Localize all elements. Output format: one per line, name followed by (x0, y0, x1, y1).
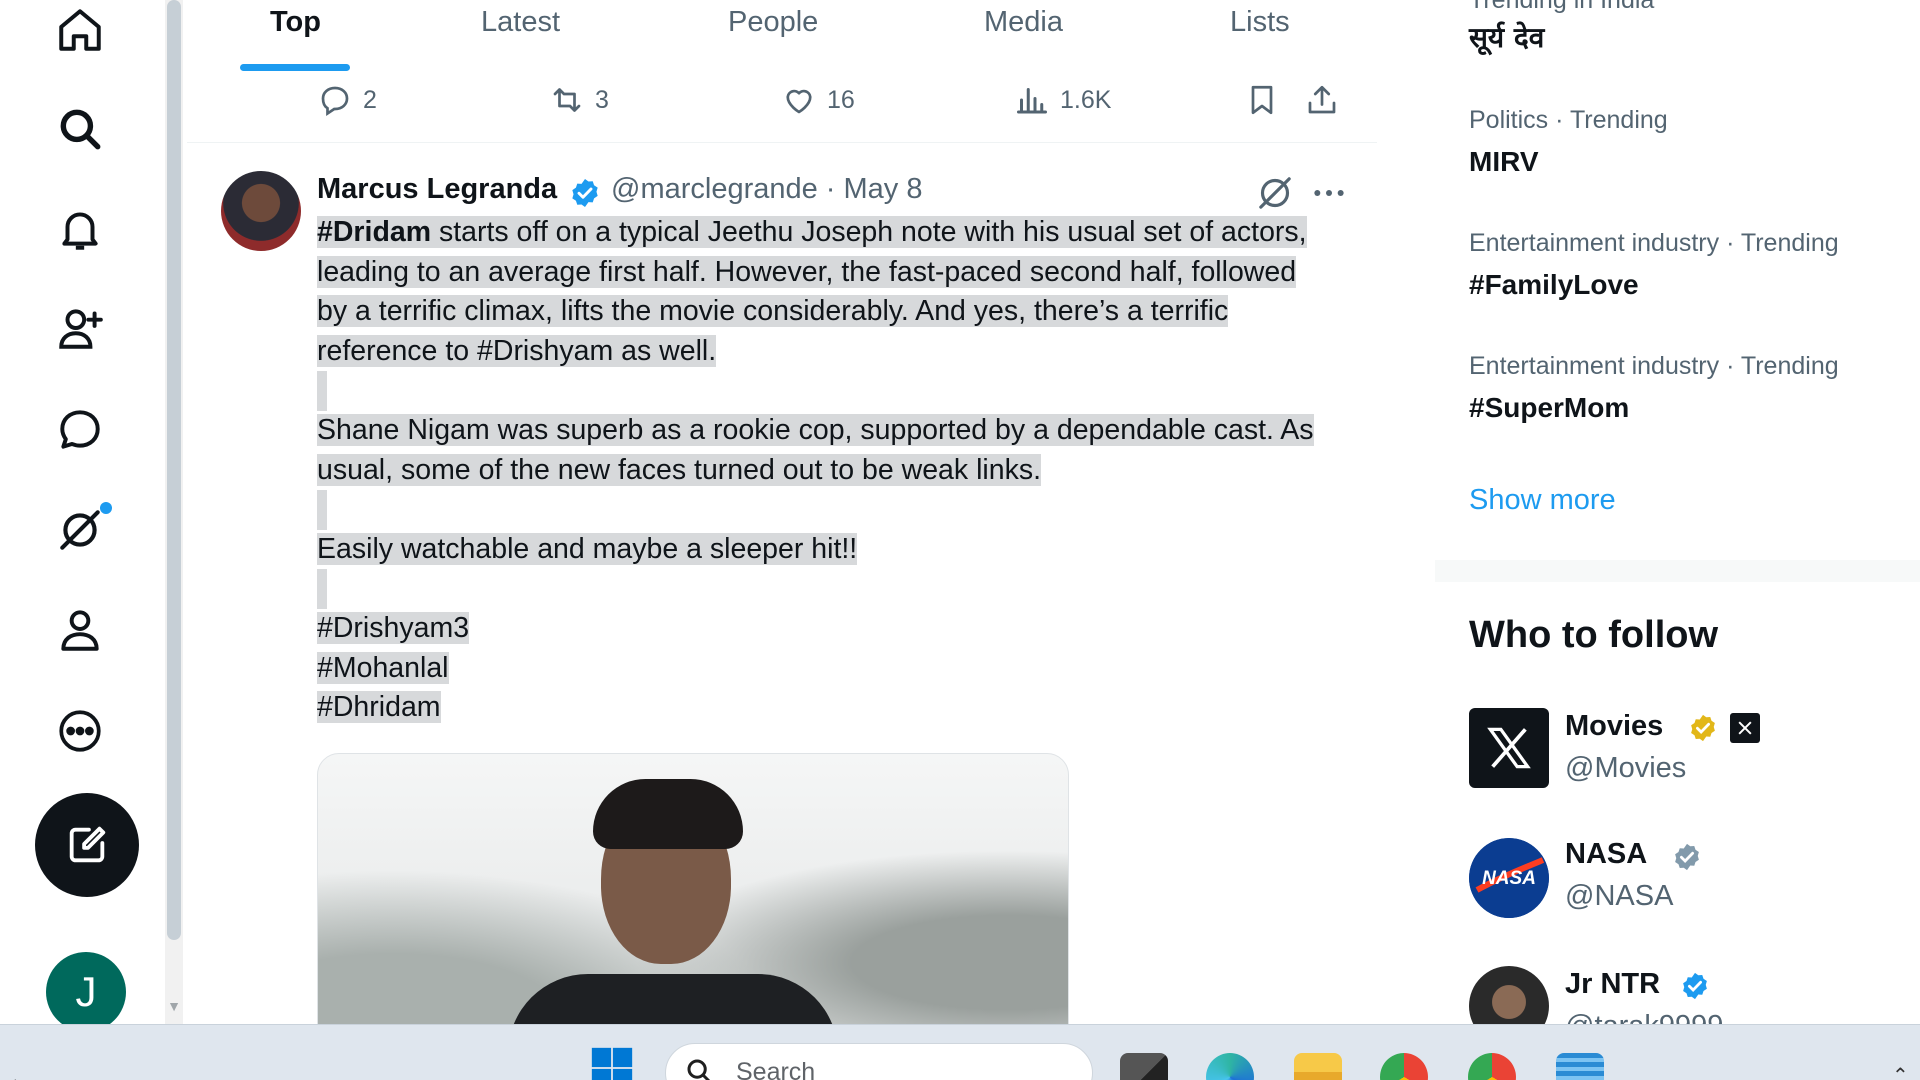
hashtag-link[interactable]: #Dridam (317, 216, 431, 248)
image-figure-body (508, 974, 838, 1024)
windows-taskbar: ‹ Search ⌃ (0, 1024, 1920, 1080)
author-handle-date[interactable]: @marclegrande · May 8 (611, 173, 923, 206)
gray-verified-badge-icon (1675, 843, 1699, 871)
notifications-bell-icon[interactable] (52, 201, 108, 257)
follow-handle[interactable]: @tarak9999 (1565, 1010, 1723, 1024)
taskbar-search-box[interactable]: Search (665, 1043, 1093, 1080)
tab-media[interactable]: Media (984, 6, 1063, 39)
chrome-profile-icon[interactable] (1468, 1053, 1516, 1080)
left-navigation: J (0, 0, 165, 1032)
active-tab-indicator (240, 64, 350, 71)
hashtag-link[interactable]: #Mohanlal (317, 651, 449, 684)
trend-meta: Entertainment industry · Trending (1469, 352, 1839, 380)
hashtag-link[interactable]: #Drishyam3 (317, 611, 470, 644)
notepad-icon[interactable] (1556, 1053, 1604, 1080)
analytics-bars-icon (1017, 88, 1047, 114)
reply-button[interactable]: 2 (317, 82, 377, 118)
grok-explain-icon[interactable] (1255, 173, 1295, 213)
who-to-follow-title: Who to follow (1469, 614, 1719, 656)
compose-post-button[interactable] (35, 793, 139, 897)
search-tabs: Top Latest People Media Lists (187, 0, 1377, 75)
follow-handle[interactable]: @Movies (1565, 752, 1686, 785)
account-initial: J (75, 968, 97, 1015)
repost-button[interactable]: 3 (549, 82, 609, 118)
edge-browser-icon[interactable] (1206, 1053, 1254, 1080)
views-button[interactable]: 1.6K (1014, 82, 1111, 118)
follow-add-person-icon[interactable] (52, 300, 108, 356)
section-divider (1435, 560, 1920, 582)
view-count: 1.6K (1060, 85, 1112, 114)
trend-name[interactable]: #SuperMom (1469, 392, 1629, 424)
tweet[interactable]: Marcus Legranda @marclegrande · May 8 #D… (187, 143, 1377, 1024)
scrollbar-thumb[interactable] (167, 0, 181, 940)
right-sidebar: Trending in India सूर्य देव Politics · T… (1435, 0, 1920, 1024)
gold-verified-badge-icon (1691, 714, 1715, 742)
trend-meta: Entertainment industry · Trending (1469, 229, 1839, 257)
tweet-paragraph-3: Easily watchable and maybe a sleeper hit… (317, 532, 858, 565)
share-button[interactable] (1304, 82, 1340, 118)
more-horizontal-icon[interactable] (1309, 173, 1349, 213)
show-hidden-icons-chevron-icon[interactable]: ⌃ (1892, 1063, 1909, 1080)
verified-badge-icon (1683, 972, 1707, 1000)
more-options-circle-icon[interactable] (52, 703, 108, 759)
follow-name[interactable]: Jr NTR (1565, 968, 1660, 1001)
explore-search-icon[interactable] (52, 101, 108, 157)
search-icon (687, 1059, 711, 1080)
hashtag-link[interactable]: #Dhridam (317, 691, 441, 724)
svg-text:NASA: NASA (1482, 868, 1536, 889)
trend-meta: Trending in India (1469, 0, 1655, 14)
trend-meta: Politics · Trending (1469, 106, 1668, 134)
like-count: 16 (827, 85, 855, 114)
follow-name[interactable]: NASA (1565, 838, 1647, 871)
main-timeline: Top Latest People Media Lists 2 3 16 1.6… (187, 0, 1377, 1024)
reply-icon (321, 86, 349, 117)
verified-badge-icon (572, 179, 598, 207)
follow-handle[interactable]: @NASA (1565, 880, 1673, 913)
home-icon[interactable] (52, 2, 108, 58)
profile-person-icon[interactable] (52, 602, 108, 658)
show-more-link[interactable]: Show more (1469, 484, 1616, 517)
reply-count: 2 (363, 85, 377, 114)
grok-icon[interactable] (52, 502, 112, 558)
tab-latest[interactable]: Latest (481, 6, 560, 39)
tab-people[interactable]: People (728, 6, 818, 39)
notification-dot (100, 502, 112, 514)
image-figure-hair (593, 779, 743, 849)
tweet-media-image[interactable] (317, 753, 1069, 1024)
file-explorer-icon[interactable] (1294, 1053, 1342, 1080)
account-avatar[interactable]: J (46, 952, 126, 1032)
heart-icon (786, 89, 812, 114)
tab-top[interactable]: Top (270, 6, 321, 39)
tweet-paragraph-2: Shane Nigam was superb as a rookie cop, … (317, 413, 1314, 486)
author-name[interactable]: Marcus Legranda (317, 173, 557, 206)
tab-lists[interactable]: Lists (1230, 6, 1290, 39)
tweet-paragraph-1: starts off on a typical Jeethu Joseph no… (317, 216, 1307, 367)
author-avatar[interactable] (221, 171, 301, 251)
bookmark-icon (1251, 85, 1273, 115)
share-upload-icon (1308, 85, 1336, 114)
follow-name[interactable]: Movies (1565, 710, 1663, 743)
chrome-browser-icon[interactable] (1380, 1053, 1428, 1080)
taskbar-edge-marker: ‹ (12, 1073, 17, 1080)
trend-name[interactable]: MIRV (1469, 146, 1539, 178)
scroll-down-arrow-icon[interactable]: ▼ (164, 998, 184, 1018)
windows-start-icon[interactable] (590, 1046, 634, 1080)
compose-pencil-icon (69, 826, 106, 863)
bookmark-button[interactable] (1244, 82, 1280, 118)
tweet-text: #Dridam starts off on a typical Jeethu J… (317, 213, 1377, 728)
x-affiliate-icon (1730, 713, 1760, 743)
repost-count: 3 (595, 85, 609, 114)
nasa-logo-icon[interactable]: NASA (1469, 838, 1549, 918)
like-button[interactable]: 16 (781, 82, 855, 118)
messages-chat-icon[interactable] (52, 402, 108, 458)
taskbar-search-placeholder: Search (736, 1058, 816, 1080)
x-logo-icon[interactable] (1469, 708, 1549, 788)
trend-name[interactable]: सूर्य देव (1469, 18, 1544, 56)
task-view-icon[interactable] (1120, 1053, 1168, 1080)
follow-avatar[interactable] (1469, 966, 1549, 1024)
repost-icon (553, 88, 581, 112)
trend-name[interactable]: #FamilyLove (1469, 269, 1639, 301)
